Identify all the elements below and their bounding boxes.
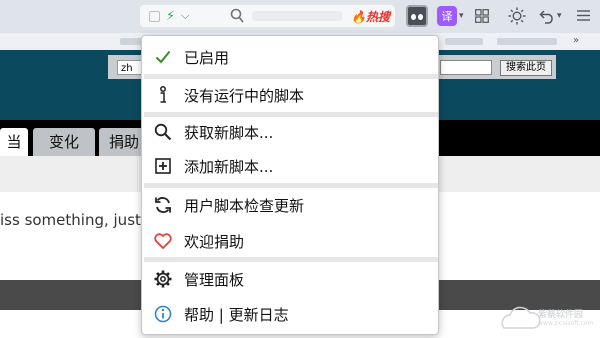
address-bar-left-controls: ⚡ ⌵: [141, 6, 224, 26]
menu-item-label: 添加新脚本...: [184, 157, 274, 176]
info-circle-icon: [142, 305, 184, 323]
refresh-icon: [142, 196, 184, 214]
info-icon: [142, 86, 184, 104]
search-icon[interactable]: [230, 8, 244, 24]
hot-search-text: 热搜: [365, 10, 390, 24]
menu-item-add-new-script[interactable]: 添加新脚本...: [142, 149, 438, 183]
grid-icon[interactable]: [149, 10, 160, 22]
translate-caret-icon[interactable]: ▾: [459, 11, 464, 21]
translate-icon[interactable]: 译: [437, 6, 457, 26]
undo-caret-icon[interactable]: ▾: [557, 11, 562, 21]
menu-icon[interactable]: [577, 10, 590, 21]
watermark-text: 紫蔡软件园: [538, 310, 584, 320]
undo-icon[interactable]: [539, 8, 555, 24]
chevron-down-icon[interactable]: ⌵: [181, 9, 189, 23]
page-search-input[interactable]: [440, 60, 492, 75]
search-icon: [142, 123, 184, 141]
tab-changes[interactable]: 变化: [33, 128, 95, 156]
lightning-icon[interactable]: ⚡: [166, 9, 175, 24]
tab-docs[interactable]: 当: [0, 128, 28, 156]
menu-item-enabled[interactable]: 已启用: [142, 40, 438, 74]
menu-item-get-new-scripts[interactable]: 获取新脚本...: [142, 115, 438, 149]
search-page-button[interactable]: 搜索此页: [500, 60, 552, 76]
menu-item-no-running-scripts: 没有运行中的脚本: [142, 78, 438, 112]
check-icon: [142, 50, 184, 64]
menu-item-label: 没有运行中的脚本: [184, 86, 305, 105]
hot-search-label[interactable]: 🔥热搜: [351, 8, 390, 25]
bookmarks-more-icon[interactable]: »: [573, 35, 579, 46]
apps-icon[interactable]: [475, 9, 489, 23]
sun-icon[interactable]: [508, 7, 526, 25]
flame-icon: 🔥: [351, 10, 366, 24]
menu-item-help-changelog[interactable]: 帮助 | 更新日志: [142, 297, 438, 331]
menu-item-label: 帮助 | 更新日志: [184, 305, 289, 324]
menu-item-donate[interactable]: 欢迎捐助: [142, 224, 438, 258]
add-icon: [142, 158, 184, 174]
menu-item-label: 已启用: [184, 48, 230, 67]
menu-item-label: 获取新脚本...: [184, 123, 274, 142]
menu-item-dashboard[interactable]: 管理面板: [142, 262, 438, 296]
gear-icon: [142, 270, 184, 288]
language-select[interactable]: zh: [117, 60, 143, 75]
bookmark-item[interactable]: [445, 38, 483, 45]
watermark-url: www.zicaisoft.com: [538, 320, 594, 327]
heart-icon: [142, 233, 184, 249]
tampermonkey-icon[interactable]: [406, 5, 428, 27]
menu-item-label: 欢迎捐助: [184, 232, 245, 251]
menu-item-check-updates[interactable]: 用户脚本检查更新: [142, 188, 438, 222]
address-text[interactable]: [252, 11, 342, 21]
menu-item-label: 用户脚本检查更新: [184, 196, 305, 215]
body-text: iss something, just: [0, 211, 141, 229]
tampermonkey-popup-menu: 已启用 没有运行中的脚本 获取新脚本... 添加新脚本... 用户脚本检查更新 …: [141, 35, 439, 335]
bookmark-item[interactable]: [497, 38, 557, 45]
menu-item-label: 管理面板: [184, 270, 245, 289]
